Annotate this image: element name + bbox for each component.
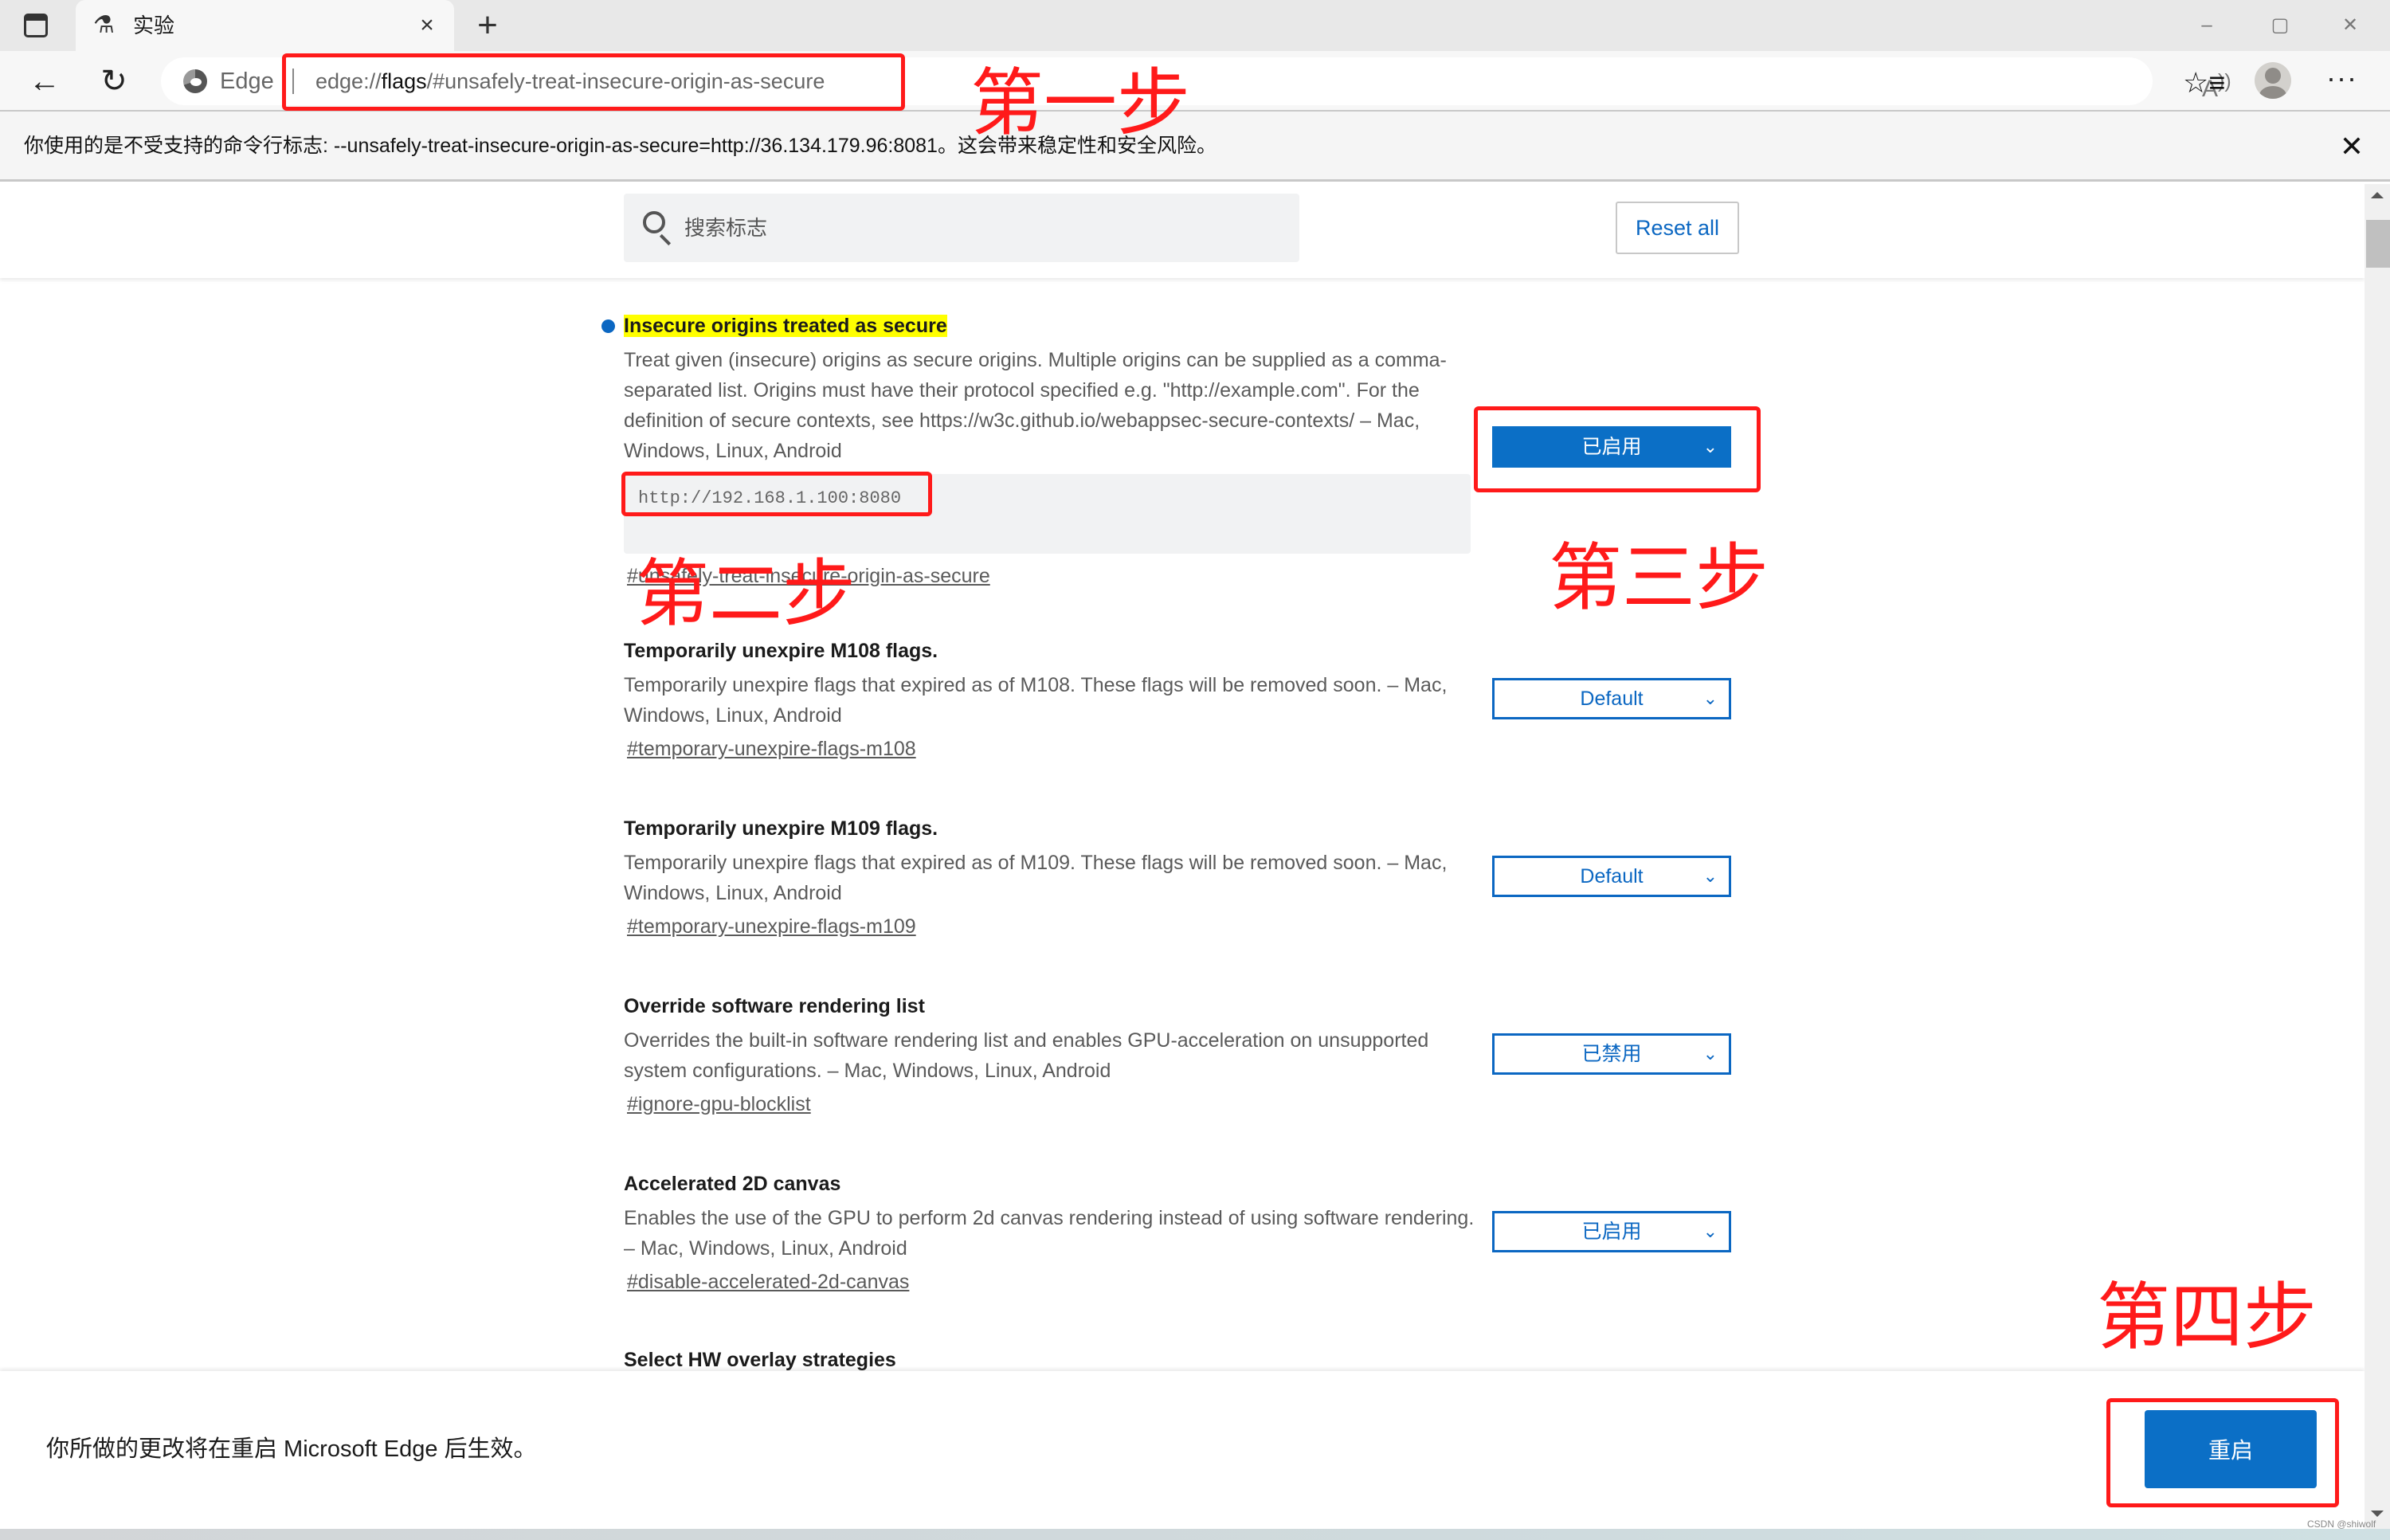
origin-list-input[interactable] bbox=[624, 474, 1471, 554]
flag-title: Accelerated 2D canvas bbox=[624, 1173, 841, 1195]
annotation-step4: 第四步 bbox=[2097, 1275, 2318, 1360]
scroll-down-arrow-icon[interactable] bbox=[2371, 1511, 2384, 1517]
more-icon[interactable]: ··· bbox=[2326, 62, 2357, 94]
edge-logo-icon bbox=[183, 69, 207, 93]
url-text[interactable]: edge://flags/#unsafely-treat-insecure-or… bbox=[315, 67, 825, 96]
tab-strip: ⚗ 实验 × + – ▢ ✕ bbox=[0, 0, 2390, 51]
tab-flags[interactable]: ⚗ 实验 × bbox=[76, 0, 454, 51]
flag-description: Temporarily unexpire flags that expired … bbox=[624, 674, 1448, 727]
flag-anchor-link[interactable]: #temporary-unexpire-flags-m109 bbox=[627, 911, 916, 942]
flag-item: Temporarily unexpire M108 flags. Tempora… bbox=[624, 637, 1755, 764]
flag-state-select[interactable]: Default ⌄ bbox=[1492, 678, 1731, 719]
flags-page: Reset all Insecure origins treated as se… bbox=[0, 184, 2365, 1371]
flag-state-value: Default bbox=[1580, 688, 1644, 710]
flag-state-value: 已启用 bbox=[1581, 436, 1642, 458]
flag-state-select[interactable]: 已启用 ⌄ bbox=[1492, 426, 1731, 468]
watermark: CSDN @shiwolf bbox=[2307, 1518, 2376, 1530]
reset-all-button[interactable]: Reset all bbox=[1616, 202, 1739, 254]
refresh-icon[interactable]: ↻ bbox=[92, 59, 136, 104]
url-prefix: edge:// bbox=[315, 69, 382, 93]
flag-title: Temporarily unexpire M109 flags. bbox=[624, 817, 938, 840]
profile-icon[interactable] bbox=[2255, 62, 2291, 99]
search-box[interactable] bbox=[624, 194, 1299, 262]
flag-title: Temporarily unexpire M108 flags. bbox=[624, 640, 938, 662]
unsupported-flag-infobar: 你使用的是不受支持的命令行标志: --unsafely-treat-insecu… bbox=[0, 112, 2390, 182]
flag-item: Override software rendering list Overrid… bbox=[624, 992, 1755, 1119]
minimize-button[interactable]: – bbox=[2183, 8, 2231, 43]
chevron-down-icon: ⌄ bbox=[1702, 688, 1718, 708]
toolbar: ← ↻ Edge edge://flags/#unsafely-treat-in… bbox=[0, 51, 2390, 112]
favorites-icon[interactable]: ☆≡ bbox=[2183, 67, 2225, 99]
back-arrow-icon[interactable]: ← bbox=[22, 59, 67, 104]
site-label: Edge bbox=[220, 69, 274, 94]
infobar-close-icon[interactable]: ✕ bbox=[2334, 129, 2369, 164]
url-path: /#unsafely-treat-insecure-origin-as-secu… bbox=[426, 69, 825, 93]
flag-title: Select HW overlay strategies bbox=[624, 1349, 896, 1371]
flag-title-text: Insecure origins treated as secure bbox=[624, 315, 947, 337]
chevron-down-icon: ⌄ bbox=[1702, 1044, 1718, 1064]
annotation-step3: 第三步 bbox=[1549, 535, 1769, 621]
flag-title: Insecure origins treated as secure bbox=[624, 312, 1755, 340]
flag-description: Enables the use of the GPU to perform 2d… bbox=[624, 1207, 1475, 1260]
tab-close-icon[interactable]: × bbox=[411, 10, 443, 41]
window-close-button[interactable]: ✕ bbox=[2326, 8, 2374, 43]
vertical-scrollbar[interactable] bbox=[2365, 184, 2390, 1529]
annotation-step2: 第二步 bbox=[636, 551, 856, 637]
annotation-step1: 第一步 bbox=[970, 61, 1191, 146]
taskbar-strip bbox=[0, 1529, 2390, 1540]
chevron-down-icon: ⌄ bbox=[1702, 1221, 1718, 1241]
flag-state-select[interactable]: 已禁用 ⌄ bbox=[1492, 1033, 1731, 1075]
tab-actions-icon[interactable] bbox=[24, 14, 48, 37]
search-input[interactable] bbox=[684, 211, 1274, 245]
restore-button[interactable]: ▢ bbox=[2256, 8, 2304, 43]
restart-bar: 你所做的更改将在重启 Microsoft Edge 后生效。 重启 bbox=[0, 1371, 2365, 1529]
restart-button[interactable]: 重启 bbox=[2145, 1410, 2317, 1488]
flag-description: Overrides the built-in software renderin… bbox=[624, 1029, 1429, 1082]
new-tab-button[interactable]: + bbox=[468, 6, 507, 45]
flag-state-select[interactable]: 已启用 ⌄ bbox=[1492, 1211, 1731, 1252]
flag-state-value: 已启用 bbox=[1581, 1221, 1642, 1243]
url-host: flags bbox=[381, 69, 427, 93]
search-icon bbox=[643, 211, 665, 233]
flask-icon: ⚗ bbox=[93, 12, 115, 38]
chevron-down-icon: ⌄ bbox=[1702, 866, 1718, 886]
flags-header: Reset all bbox=[0, 184, 2365, 278]
chevron-down-icon: ⌄ bbox=[1702, 437, 1718, 457]
flag-state-value: Default bbox=[1580, 865, 1644, 888]
flag-description: Temporarily unexpire flags that expired … bbox=[624, 852, 1448, 904]
flag-anchor-link[interactable]: #disable-accelerated-2d-canvas bbox=[627, 1267, 909, 1297]
modified-dot-icon bbox=[601, 319, 615, 333]
flag-description: Treat given (insecure) origins as secure… bbox=[624, 349, 1447, 462]
tab-title: 实验 bbox=[133, 14, 175, 37]
flag-anchor-link[interactable]: #ignore-gpu-blocklist bbox=[627, 1089, 811, 1119]
flag-item: Accelerated 2D canvas Enables the use of… bbox=[624, 1170, 1755, 1297]
flag-anchor-link[interactable]: #temporary-unexpire-flags-m108 bbox=[627, 734, 916, 764]
flag-title: Override software rendering list bbox=[624, 995, 925, 1017]
flag-state-select[interactable]: Default ⌄ bbox=[1492, 856, 1731, 897]
scroll-thumb[interactable] bbox=[2366, 220, 2390, 268]
flag-item: Select HW overlay strategies bbox=[624, 1346, 1755, 1371]
flag-state-value: 已禁用 bbox=[1581, 1043, 1642, 1065]
omnibox-separator bbox=[292, 69, 294, 94]
scroll-up-arrow-icon[interactable] bbox=[2371, 192, 2384, 198]
flag-item: Temporarily unexpire M109 flags. Tempora… bbox=[624, 814, 1755, 942]
restart-message: 你所做的更改将在重启 Microsoft Edge 后生效。 bbox=[46, 1436, 537, 1462]
